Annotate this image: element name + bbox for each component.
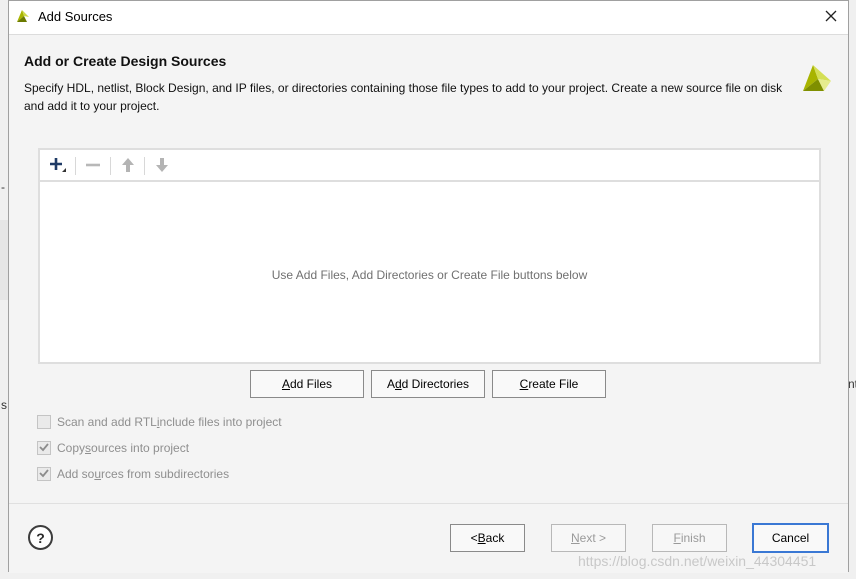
button-label-part: reate File bbox=[528, 377, 579, 391]
background-fragment-dash: - bbox=[1, 180, 5, 194]
checkbox-box[interactable] bbox=[37, 441, 51, 455]
remove-source-button[interactable] bbox=[82, 155, 104, 177]
add-sources-dialog: Add Sources Add or Create Design Sources… bbox=[8, 0, 849, 573]
mnemonic-letter: F bbox=[673, 531, 681, 545]
mnemonic-letter: A bbox=[281, 377, 290, 391]
scan-rtl-include-checkbox[interactable]: Scan and add RTL i nclude files into proj… bbox=[37, 413, 282, 431]
background-fragment-left: s bbox=[1, 398, 7, 412]
add-directories-button[interactable]: Add Directories bbox=[371, 370, 485, 398]
plus-icon bbox=[47, 155, 67, 178]
copy-sources-checkbox[interactable]: Copy s ources into project bbox=[37, 439, 189, 457]
mnemonic-letter: B bbox=[477, 531, 486, 545]
next-button[interactable]: Next > bbox=[551, 524, 626, 552]
add-source-button[interactable] bbox=[46, 155, 68, 177]
mnemonic-letter: C bbox=[519, 377, 529, 391]
button-label-part: A bbox=[386, 377, 395, 391]
button-label-part: dd Files bbox=[289, 377, 333, 391]
footer-divider bbox=[9, 503, 848, 504]
create-file-button[interactable]: Create File bbox=[492, 370, 606, 398]
checkbox-box[interactable] bbox=[37, 467, 51, 481]
arrow-up-icon bbox=[121, 157, 135, 176]
close-icon bbox=[820, 10, 842, 29]
button-label: Cancel bbox=[771, 531, 810, 545]
background-fragment-right: nt bbox=[848, 377, 856, 391]
add-subdirectories-checkbox[interactable]: Add so u rces from subdirectories bbox=[37, 465, 229, 483]
vivado-logo-icon bbox=[15, 8, 31, 27]
option-label-part: nclude files into project bbox=[159, 415, 282, 429]
mnemonic-letter: d bbox=[394, 377, 402, 391]
checkmark-icon bbox=[38, 467, 50, 482]
title-bar: Add Sources bbox=[9, 1, 848, 32]
button-label-part: ack bbox=[485, 531, 505, 545]
mnemonic-letter: N bbox=[570, 531, 580, 545]
finish-button[interactable]: Finish bbox=[652, 524, 727, 552]
button-label-part: ext > bbox=[579, 531, 607, 545]
window-title: Add Sources bbox=[38, 9, 113, 24]
checkmark-icon bbox=[38, 441, 50, 456]
background-left-strip bbox=[0, 220, 8, 300]
option-label-part: Add so bbox=[57, 467, 95, 481]
option-label-part: Copy bbox=[57, 441, 86, 455]
toolbar-separator bbox=[75, 157, 76, 175]
empty-list-message: Use Add Files, Add Directories or Create… bbox=[271, 268, 588, 282]
help-icon: ? bbox=[36, 529, 45, 546]
cancel-button[interactable]: Cancel bbox=[752, 523, 829, 553]
button-label-part: d Directories bbox=[401, 377, 470, 391]
arrow-down-icon bbox=[155, 157, 169, 176]
close-button[interactable] bbox=[820, 6, 842, 26]
source-file-list[interactable]: Use Add Files, Add Directories or Create… bbox=[38, 148, 821, 364]
back-button[interactable]: < Back bbox=[450, 524, 525, 552]
page-title: Add or Create Design Sources bbox=[24, 53, 227, 69]
button-label-part: inish bbox=[680, 531, 706, 545]
option-label-part: ources into project bbox=[91, 441, 190, 455]
watermark-text: https://blog.csdn.net/weixin_44304451 bbox=[578, 553, 817, 569]
vivado-brand-icon bbox=[800, 62, 834, 99]
move-up-button[interactable] bbox=[117, 155, 139, 177]
add-files-button[interactable]: Add Files bbox=[250, 370, 364, 398]
checkbox-box[interactable] bbox=[37, 415, 51, 429]
wizard-content: Add or Create Design Sources Specify HDL… bbox=[9, 34, 848, 573]
help-button[interactable]: ? bbox=[28, 525, 53, 550]
mnemonic-letter: u bbox=[94, 467, 102, 481]
move-down-button[interactable] bbox=[151, 155, 173, 177]
minus-icon bbox=[84, 156, 102, 177]
button-label-part: < bbox=[470, 531, 478, 545]
toolbar-separator bbox=[144, 157, 145, 175]
page-description: Specify HDL, netlist, Block Design, and … bbox=[24, 81, 783, 113]
option-label-part: Scan and add RTL bbox=[57, 415, 157, 429]
file-list-toolbar bbox=[40, 150, 819, 182]
toolbar-separator bbox=[110, 157, 111, 175]
option-label-part: rces from subdirectories bbox=[101, 467, 230, 481]
